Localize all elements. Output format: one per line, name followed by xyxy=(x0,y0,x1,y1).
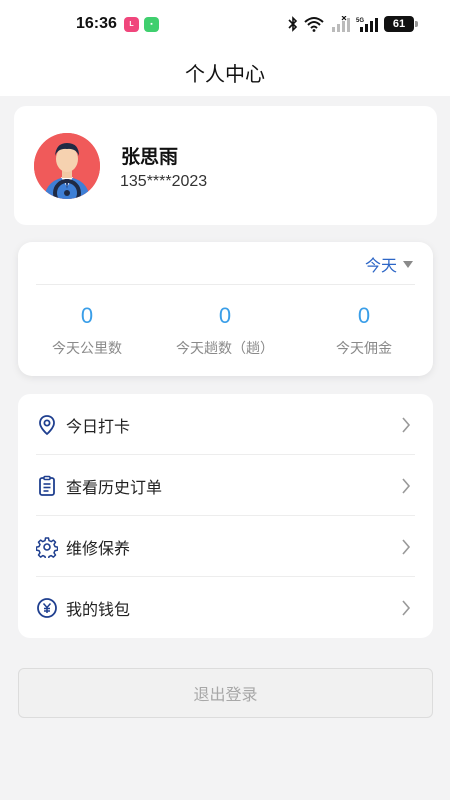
signal-off-icon xyxy=(332,16,350,32)
divider xyxy=(36,284,415,285)
page-title: 个人中心 xyxy=(185,61,265,86)
avatar[interactable] xyxy=(34,133,100,199)
stat-label: 今天公里数 xyxy=(52,341,122,357)
menu-card: 今日打卡 查看历史订单 维修保养 我的钱包 xyxy=(18,394,433,638)
stat-commission: 0 今天佣金 xyxy=(295,302,433,358)
stat-mileage: 0 今天公里数 xyxy=(18,302,156,358)
location-pin-icon xyxy=(39,414,55,435)
status-time: 16:36 xyxy=(76,15,117,32)
chevron-right-icon xyxy=(402,416,411,433)
chevron-right-icon xyxy=(402,477,411,494)
chevron-right-icon xyxy=(402,599,411,616)
period-label: 今天 xyxy=(364,256,397,275)
gear-icon xyxy=(36,536,58,558)
logout-button[interactable]: 退出登录 xyxy=(18,668,433,718)
menu-label: 查看历史订单 xyxy=(66,477,163,497)
stat-value: 0 xyxy=(357,303,371,328)
battery-icon: 61 xyxy=(384,16,418,32)
stat-value: 0 xyxy=(218,303,232,328)
clipboard-list-icon xyxy=(39,475,55,496)
menu-item-maintenance[interactable]: 维修保养 xyxy=(18,516,433,577)
status-indicators: 5G 61 xyxy=(288,13,418,35)
signal-5g-icon: 5G xyxy=(356,18,378,32)
user-name: 张思雨 xyxy=(121,146,179,168)
stat-trips: 0 今天趟数（趟） xyxy=(156,302,294,358)
chevron-right-icon xyxy=(402,538,411,555)
stat-label: 今天佣金 xyxy=(336,341,392,357)
app-notification-icon: ▪ xyxy=(144,17,159,32)
stat-value: 0 xyxy=(80,303,94,328)
status-bar: 16:36 L ▪ 5G 61 xyxy=(0,0,450,48)
yen-coin-icon xyxy=(37,597,57,618)
stats-card: 今天 0 今天公里数 0 今天趟数（趟） 0 今天佣金 xyxy=(18,242,433,376)
bluetooth-icon xyxy=(288,16,298,32)
wifi-icon xyxy=(304,17,324,32)
user-phone: 135****2023 xyxy=(120,173,208,190)
menu-label: 我的钱包 xyxy=(66,599,131,619)
svg-text:5G: 5G xyxy=(356,18,364,24)
nav-header: 个人中心 xyxy=(0,48,450,96)
menu-item-wallet[interactable]: 我的钱包 xyxy=(18,577,433,638)
driver-avatar-icon xyxy=(34,133,100,199)
menu-item-order-history[interactable]: 查看历史订单 xyxy=(18,455,433,516)
period-dropdown[interactable]: 今天 xyxy=(365,253,413,275)
caret-down-icon xyxy=(403,260,413,268)
stat-label: 今天趟数（趟） xyxy=(176,341,274,357)
menu-label: 今日打卡 xyxy=(66,416,131,436)
profile-card[interactable]: 张思雨 135****2023 xyxy=(14,106,437,225)
menu-item-check-in[interactable]: 今日打卡 xyxy=(18,394,433,455)
app-notification-icon: L xyxy=(124,17,139,32)
menu-label: 维修保养 xyxy=(66,538,131,558)
